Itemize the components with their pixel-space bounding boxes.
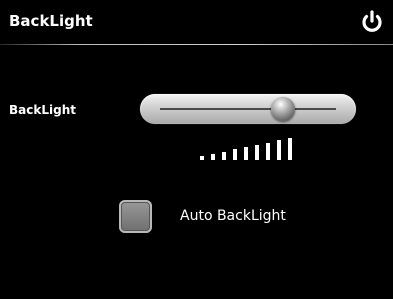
backlight-level-indicator	[200, 136, 300, 160]
power-icon	[362, 10, 382, 32]
slider-thumb[interactable]	[271, 97, 296, 121]
level-bar	[266, 142, 270, 160]
level-bar	[233, 149, 237, 160]
backlight-label: BackLight	[9, 103, 76, 117]
level-bar	[244, 147, 248, 160]
auto-backlight-label[interactable]: Auto BackLight	[180, 208, 286, 224]
header-divider	[0, 44, 393, 45]
page-title: BackLight	[9, 12, 93, 30]
auto-backlight-checkbox[interactable]	[119, 200, 152, 233]
backlight-screen: BackLight BackLight Auto BackLight	[0, 0, 393, 299]
level-bar	[211, 153, 215, 160]
level-bar	[222, 151, 226, 160]
level-bar	[255, 144, 259, 160]
level-bar	[200, 156, 204, 160]
slider-track	[160, 108, 336, 110]
power-button[interactable]	[357, 7, 387, 37]
header-bar: BackLight	[0, 0, 393, 44]
backlight-slider[interactable]	[140, 94, 356, 124]
level-bar	[288, 138, 292, 160]
level-bar	[277, 140, 281, 160]
